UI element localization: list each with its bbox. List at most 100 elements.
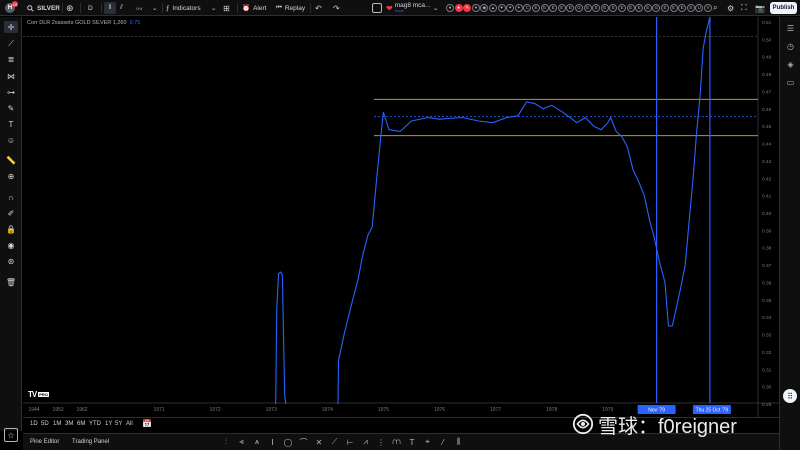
text-icon[interactable]: T — [407, 437, 417, 447]
quick-layout-button[interactable]: ● — [454, 4, 463, 12]
quick-layout-button[interactable]: S — [686, 4, 695, 12]
tab-pine-editor[interactable]: Pine Editor — [30, 439, 59, 445]
crosshair-tool[interactable]: ✛ — [4, 21, 18, 33]
redo-button[interactable]: ↷ — [333, 2, 340, 14]
more-options-button[interactable]: ⠿ — [783, 389, 797, 403]
bars-icon[interactable]: ⫼ — [454, 437, 464, 447]
layout-checkbox[interactable] — [372, 3, 382, 13]
arc-icon[interactable]: ⌒ — [299, 437, 309, 447]
pattern-icon[interactable]: ⩘ — [361, 437, 371, 447]
object-tree-tool[interactable]: ⊛ — [4, 255, 18, 267]
quick-search-button[interactable]: ⌕ — [713, 2, 717, 14]
quick-layout-button[interactable]: E — [618, 4, 626, 12]
channel-tool[interactable]: ≣ — [4, 53, 18, 65]
goto-date-button[interactable]: 📅 — [142, 419, 152, 428]
range-1y[interactable]: 1Y — [105, 421, 112, 427]
quick-layout-button[interactable]: E — [549, 4, 558, 12]
alert-button[interactable]: ⏰ Alert — [242, 2, 266, 14]
range-6m[interactable]: 6M — [77, 421, 85, 427]
snapshot-button[interactable]: 📷 — [755, 2, 765, 14]
projection-icon[interactable]: ⋮ — [376, 437, 386, 447]
text-tool[interactable]: T — [4, 118, 18, 130]
path-icon[interactable]: ⩚ — [252, 437, 262, 447]
favorites-button[interactable]: ☆ — [4, 428, 18, 442]
quick-layout-button[interactable]: E — [532, 4, 540, 12]
chart-area[interactable]: 0.51 0.50 0.49 0.48 0.47 0.46 0.45 0.44 0.43 0.42… — [0, 0, 800, 450]
range-1m[interactable]: 1M — [53, 421, 61, 427]
range-all[interactable]: All — [126, 421, 133, 427]
indicators-dropdown[interactable]: ⌄ — [211, 2, 216, 14]
projection-tool[interactable]: ⊶ — [4, 86, 18, 98]
quick-layout-button[interactable]: E — [661, 4, 669, 12]
fib-channel-icon[interactable]: ⫷ — [237, 437, 247, 447]
layers-button[interactable]: ◈ — [785, 59, 796, 70]
stay-drawing-tool[interactable]: ✐ — [4, 207, 18, 219]
quick-layout-button[interactable]: G — [575, 4, 583, 12]
brush-tool[interactable]: ✎ — [4, 102, 18, 114]
trendline-tool[interactable]: ⟋ — [4, 38, 18, 50]
quick-layout-button[interactable]: ● — [471, 4, 480, 12]
indicator-legend[interactable]: Corr DLR 2xassets GOLD SILVER 1,260 0.75 — [27, 20, 140, 26]
shape-icon[interactable]: ⩋ — [392, 437, 402, 447]
quick-layout-button[interactable]: ✎ — [463, 4, 472, 12]
style-dropdown[interactable]: ⌄ — [152, 2, 157, 14]
layout-name-button[interactable]: ❤ mag8 mca... Save — [386, 2, 430, 14]
fullscreen-button[interactable]: ⛶ — [741, 2, 747, 14]
pen-icon[interactable]: ⁄ — [438, 437, 448, 447]
ruler-icon[interactable]: ⊢ — [345, 437, 355, 447]
hide-drawings-tool[interactable]: ◉ — [4, 239, 18, 251]
quick-layout-button[interactable]: E — [540, 4, 549, 12]
chart-type-button[interactable]: 𝍪 — [104, 2, 116, 14]
quick-layout-button[interactable]: U — [695, 4, 704, 12]
layout-dropdown[interactable]: ⌄ — [433, 2, 438, 14]
quick-layout-button[interactable]: ◆ — [480, 4, 489, 12]
quick-layout-button[interactable]: ✦ — [506, 4, 515, 12]
circle-icon[interactable]: ◯ — [283, 437, 293, 447]
compare-button[interactable]: ⊕ — [66, 2, 74, 14]
quick-layout-button[interactable]: E — [609, 4, 618, 12]
quick-layout-button[interactable]: V — [704, 4, 712, 12]
quick-layout-button[interactable]: G — [652, 4, 661, 12]
interval-button[interactable]: D — [88, 2, 93, 14]
emoji-tool[interactable]: ☺ — [4, 134, 18, 146]
magnet-tool[interactable]: ∩ — [4, 191, 18, 203]
quick-layout-button[interactable]: E — [583, 4, 592, 12]
quick-layout-button[interactable]: E — [669, 4, 678, 12]
text-icon[interactable]: Ⅰ — [268, 437, 278, 447]
tab-trading-panel[interactable]: Trading Panel — [72, 439, 109, 445]
quick-layout-button[interactable]: E — [592, 4, 601, 12]
quick-layout-button[interactable]: ♥ — [497, 4, 506, 12]
lock-drawings-tool[interactable]: 🔒 — [4, 223, 18, 235]
quick-layout-button[interactable]: ▲ — [489, 4, 497, 12]
publish-button[interactable]: Publish — [770, 2, 797, 14]
pin-icon[interactable]: ⌖ — [423, 437, 433, 447]
chat-button[interactable]: ▭ — [785, 77, 796, 88]
fib-icon[interactable]: ⫶ — [221, 437, 231, 447]
range-ytd[interactable]: YTD — [89, 421, 101, 427]
measure-tool[interactable]: 📏 — [4, 154, 18, 166]
quick-layout-button[interactable]: E — [635, 4, 644, 12]
range-5d[interactable]: 5D — [41, 421, 49, 427]
quick-layout-button[interactable]: E — [600, 4, 609, 12]
undo-button[interactable]: ↶ — [315, 2, 322, 14]
zoom-tool[interactable]: ⊕ — [4, 170, 18, 182]
quick-layout-button[interactable]: E — [678, 4, 687, 12]
quick-layout-button[interactable]: E — [643, 4, 652, 12]
quick-layout-button[interactable]: E — [626, 4, 635, 12]
quick-layout-button[interactable]: E — [557, 4, 566, 12]
line-style-button[interactable]: 〰 — [136, 2, 143, 14]
range-1d[interactable]: 1D — [30, 421, 38, 427]
quick-layout-button[interactable]: C — [523, 4, 532, 12]
quick-layout-button[interactable]: ● — [446, 4, 454, 12]
settings-button[interactable]: ⚙ — [727, 2, 734, 14]
templates-button[interactable]: ⊞ — [223, 2, 230, 14]
watchlist-button[interactable]: ☰ — [785, 23, 796, 34]
symbol-search[interactable]: SILVER — [27, 2, 60, 14]
range-3m[interactable]: 3M — [65, 421, 73, 427]
alerts-panel-button[interactable]: ◷ — [785, 41, 796, 52]
crossline-icon[interactable]: ✕ — [314, 437, 324, 447]
quick-layout-button[interactable]: ✦ — [514, 4, 523, 12]
brush-icon[interactable]: ⟋ — [330, 437, 340, 447]
replay-button[interactable]: ⏮ Replay — [276, 2, 305, 14]
pattern-tool[interactable]: ⋈ — [4, 70, 18, 82]
